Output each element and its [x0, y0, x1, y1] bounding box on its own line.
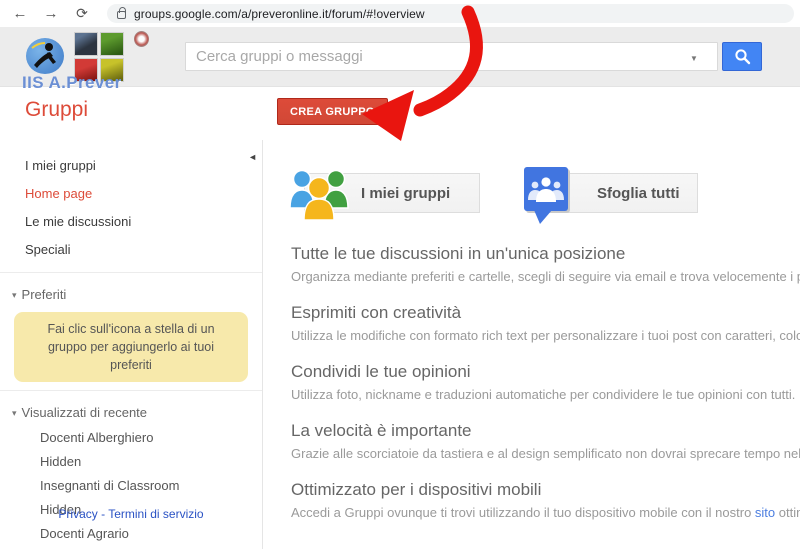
sidebar-collapse-icon[interactable]: ◄	[248, 152, 257, 162]
privacy-link[interactable]: Privacy	[58, 507, 97, 521]
main-content: I miei gruppi Sfoglia tutti Tutte le tue…	[264, 140, 800, 549]
feature-item: La velocità è importante Grazie alle sco…	[291, 421, 800, 461]
search-scope-caret-icon[interactable]: ▼	[690, 54, 698, 63]
terms-link[interactable]: Termini di servizio	[108, 507, 203, 521]
recent-section-header[interactable]: ▾ Visualizzati di recente	[0, 399, 262, 426]
feature-description: Organizza mediante preferiti e cartelle,…	[291, 269, 800, 284]
back-icon[interactable]: ←	[9, 5, 31, 22]
feature-title: Esprimiti con creatività	[291, 303, 462, 322]
feature-item: Condividi le tue opinioni Utilizza foto,…	[291, 362, 800, 402]
feature-list: Tutte le tue discussioni in un'unica pos…	[291, 244, 800, 520]
groups-header: IIS A.Prever ▼	[0, 27, 800, 92]
feature-title: Condividi le tue opinioni	[291, 362, 471, 381]
feature-title: Tutte le tue discussioni in un'unica pos…	[291, 244, 626, 263]
logo-figure-icon	[26, 38, 64, 74]
recent-group-item[interactable]: Insegnanti di Classroom	[0, 474, 262, 498]
mobile-site-link[interactable]: sito	[755, 505, 775, 520]
school-logo[interactable]: IIS A.Prever	[22, 30, 172, 92]
people-group-icon	[289, 169, 349, 221]
sidebar: ◄ I miei gruppi Home page Le mie discuss…	[0, 140, 263, 549]
search-bar: ▼	[185, 42, 762, 71]
sidebar-item-home-page[interactable]: Home page	[0, 180, 262, 208]
recent-group-item[interactable]: Docenti Agrario	[0, 522, 262, 546]
sidebar-divider	[0, 390, 262, 392]
favorites-tip: Fai clic sull'icona a stella di un grupp…	[14, 312, 248, 383]
recent-group-item[interactable]: Docenti Alberghiero	[0, 426, 262, 450]
create-group-button[interactable]: CREA GRUPPO	[277, 98, 388, 125]
feature-description: Utilizza foto, nickname e traduzioni aut…	[291, 387, 796, 402]
favorites-section-header[interactable]: ▾ Preferiti	[0, 281, 262, 308]
page-title: Gruppi	[25, 98, 89, 121]
url-text[interactable]: groups.google.com/a/preveronline.it/foru…	[134, 7, 425, 21]
address-bar[interactable]: groups.google.com/a/preveronline.it/foru…	[107, 4, 794, 23]
feature-description-text: ottimizzato.	[778, 505, 800, 520]
my-groups-button[interactable]: I miei gruppi	[288, 166, 480, 222]
recent-triangle-icon: ▾	[12, 408, 17, 419]
sidebar-item-my-groups[interactable]: I miei gruppi	[0, 152, 262, 180]
logo-emblem-icon	[134, 31, 149, 47]
sidebar-footer: Privacy - Termini di servizio	[0, 507, 262, 521]
logo-photo-2	[100, 32, 124, 56]
sidebar-divider	[0, 272, 262, 273]
feature-item: Ottimizzato per i dispositivi mobili Acc…	[291, 480, 800, 520]
page-toolbar: Gruppi CREA GRUPPO	[0, 88, 800, 140]
feature-title: La velocità è importante	[291, 421, 472, 440]
reload-icon[interactable]: ⟳	[71, 5, 93, 22]
feature-description: Utilizza le modifiche con formato rich t…	[291, 328, 800, 343]
logo-photo-1	[74, 32, 98, 56]
browse-all-button[interactable]: Sfoglia tutti	[522, 166, 698, 224]
feature-description: Accedi a Gruppi ovunque ti trovi utilizz…	[291, 505, 800, 520]
feature-item: Esprimiti con creatività Utilizza le mod…	[291, 303, 800, 343]
search-button[interactable]	[722, 42, 762, 71]
sidebar-item-starred[interactable]: Speciali	[0, 236, 262, 264]
feature-item: Tutte le tue discussioni in un'unica pos…	[291, 244, 800, 284]
recent-group-item[interactable]: Hidden	[0, 450, 262, 474]
lock-icon	[117, 7, 126, 19]
browser-toolbar: ← → ⟳ groups.google.com/a/preveronline.i…	[0, 0, 800, 27]
feature-description-text: Accedi a Gruppi ovunque ti trovi utilizz…	[291, 505, 755, 520]
recent-label: Visualizzati di recente	[21, 405, 148, 421]
overview-buttons: I miei gruppi Sfoglia tutti	[288, 166, 800, 224]
favorites-triangle-icon: ▾	[12, 290, 17, 300]
feature-description: Grazie alle scorciatoie da tastiera e al…	[291, 446, 800, 461]
google-groups-page: ← → ⟳ groups.google.com/a/preveronline.i…	[0, 0, 800, 549]
forward-icon[interactable]: →	[40, 5, 62, 22]
search-input[interactable]	[185, 42, 718, 71]
favorites-label: Preferiti	[21, 287, 67, 302]
search-icon	[734, 49, 750, 65]
browse-groups-icon	[524, 167, 570, 224]
feature-title: Ottimizzato per i dispositivi mobili	[291, 480, 542, 499]
sidebar-item-my-discussions[interactable]: Le mie discussioni	[0, 208, 262, 236]
footer-separator: -	[97, 507, 109, 521]
